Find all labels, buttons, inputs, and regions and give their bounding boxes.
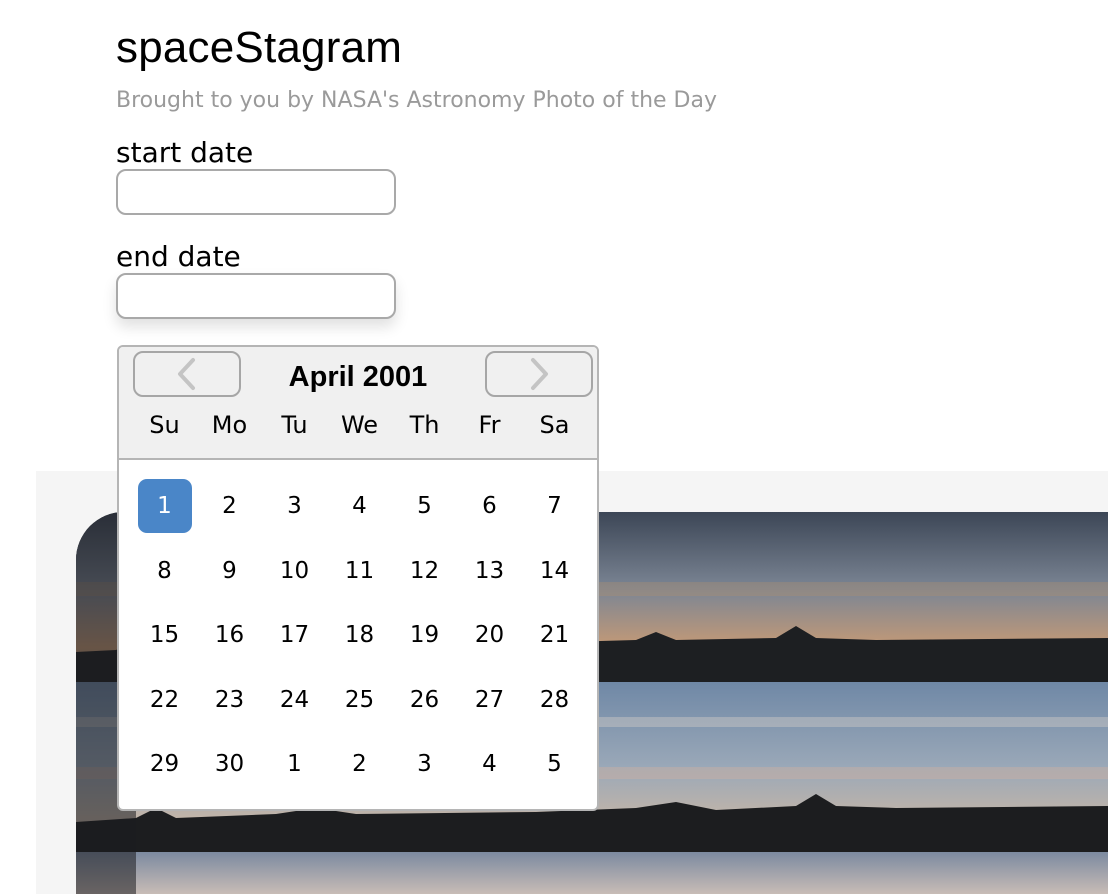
weekday-label: Mo (211, 411, 248, 439)
page: spaceStagram Brought to you by NASA's As… (0, 0, 1108, 894)
day-cell[interactable]: 18 (333, 608, 387, 662)
day-cell[interactable]: 4 (333, 479, 387, 533)
day-cell[interactable]: 5 (528, 737, 582, 791)
day-cell[interactable]: 29 (138, 737, 192, 791)
previous-month-button[interactable] (133, 351, 241, 397)
day-cell[interactable]: 28 (528, 673, 582, 727)
app-subtitle: Brought to you by NASA's Astronomy Photo… (116, 88, 717, 113)
day-cell[interactable]: 17 (268, 608, 322, 662)
end-date-label: end date (116, 240, 241, 273)
day-cell[interactable]: 30 (203, 737, 257, 791)
day-cell[interactable]: 5 (398, 479, 452, 533)
next-month-button[interactable] (485, 351, 593, 397)
day-cell[interactable]: 19 (398, 608, 452, 662)
day-cell[interactable]: 25 (333, 673, 387, 727)
datepicker-day-grid: 1 2 3 4 5 6 7 8 9 10 11 12 13 14 15 16 1… (132, 479, 587, 802)
day-cell[interactable]: 21 (528, 608, 582, 662)
start-date-label: start date (116, 136, 254, 169)
end-date-input[interactable] (116, 273, 396, 319)
weekday-label: Tu (281, 411, 308, 439)
day-cell[interactable]: 11 (333, 544, 387, 598)
weekday-label: Th (409, 411, 440, 439)
day-cell[interactable]: 1 (268, 737, 322, 791)
day-cell[interactable]: 23 (203, 673, 257, 727)
day-cell[interactable]: 22 (138, 673, 192, 727)
weekday-label: Su (149, 411, 180, 439)
day-cell[interactable]: 24 (268, 673, 322, 727)
day-cell[interactable]: 7 (528, 479, 582, 533)
datepicker-month-label: April 2001 (288, 361, 428, 393)
weekday-header-row: Su Mo Tu We Th Fr Sa (132, 411, 587, 439)
weekday-label: Sa (539, 411, 570, 439)
day-cell[interactable]: 13 (463, 544, 517, 598)
datepicker-popup: April 2001 Su Mo Tu We Th Fr Sa 1 2 3 4 (117, 345, 599, 811)
day-cell[interactable]: 10 (268, 544, 322, 598)
day-cell[interactable]: 15 (138, 608, 192, 662)
day-cell[interactable]: 4 (463, 737, 517, 791)
day-cell[interactable]: 3 (398, 737, 452, 791)
day-cell[interactable]: 16 (203, 608, 257, 662)
weekday-label: Fr (478, 411, 501, 439)
day-cell[interactable]: 9 (203, 544, 257, 598)
day-cell[interactable]: 3 (268, 479, 322, 533)
day-cell[interactable]: 12 (398, 544, 452, 598)
day-cell[interactable]: 14 (528, 544, 582, 598)
weekday-label: We (340, 411, 379, 439)
day-cell[interactable]: 26 (398, 673, 452, 727)
day-cell[interactable]: 2 (203, 479, 257, 533)
day-cell[interactable]: 2 (333, 737, 387, 791)
day-cell[interactable]: 8 (138, 544, 192, 598)
chevron-right-icon (531, 358, 548, 390)
day-cell[interactable]: 27 (463, 673, 517, 727)
datepicker-header: April 2001 Su Mo Tu We Th Fr Sa (119, 347, 597, 460)
day-cell[interactable]: 20 (463, 608, 517, 662)
day-cell[interactable]: 6 (463, 479, 517, 533)
app-title: spaceStagram (116, 23, 403, 72)
chevron-left-icon (178, 358, 195, 390)
day-cell[interactable]: 1 (137, 479, 192, 533)
start-date-input[interactable] (116, 169, 396, 215)
